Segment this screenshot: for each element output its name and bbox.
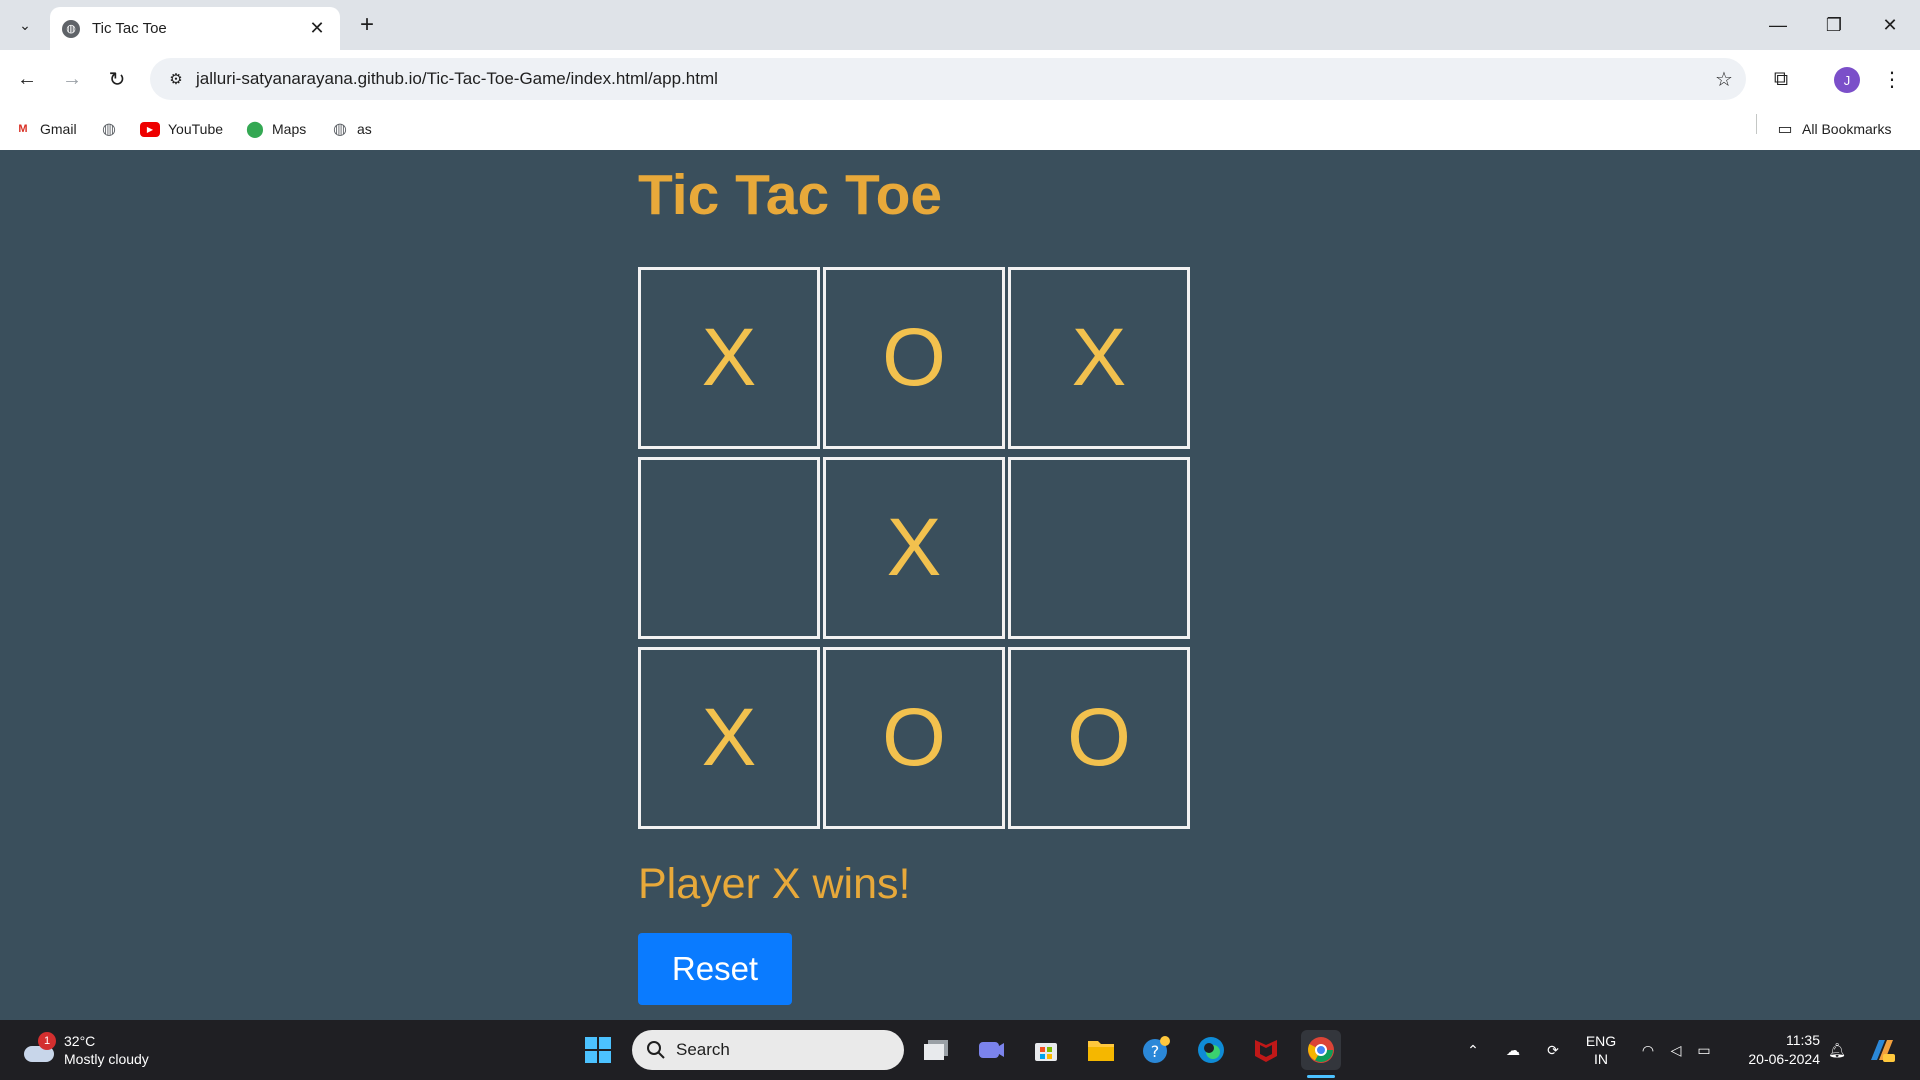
bookmark-label: as bbox=[357, 121, 372, 137]
onedrive-icon[interactable]: ☁ bbox=[1498, 1020, 1528, 1080]
board-cell-0[interactable]: X bbox=[638, 267, 820, 449]
youtube-icon: ▶ bbox=[140, 121, 160, 137]
bookmark-maps[interactable]: ⬤ Maps bbox=[246, 116, 306, 142]
page-content: Tic Tac Toe X O X X X O O Player X wins!… bbox=[0, 150, 1920, 1020]
close-window-icon[interactable]: ✕ bbox=[1862, 0, 1918, 50]
reload-button[interactable]: ↻ bbox=[101, 63, 133, 95]
game-board: X O X X X O O bbox=[638, 267, 1191, 842]
restore-icon[interactable]: ❐ bbox=[1806, 0, 1862, 50]
globe-icon: ◍ bbox=[62, 19, 80, 38]
reset-button[interactable]: Reset bbox=[638, 933, 792, 1005]
bookmark-label: Maps bbox=[272, 121, 307, 137]
board-cell-2[interactable]: X bbox=[1008, 267, 1190, 449]
all-bookmarks-label: All Bookmarks bbox=[1802, 121, 1892, 137]
copilot-icon[interactable] bbox=[1862, 1020, 1902, 1080]
chrome-icon[interactable] bbox=[1301, 1030, 1341, 1070]
forward-button[interactable]: → bbox=[56, 63, 88, 95]
tab-tic-tac-toe[interactable]: ◍ Tic Tac Toe ✕ bbox=[50, 7, 340, 50]
sync-icon[interactable]: ⟳ bbox=[1538, 1020, 1568, 1080]
all-bookmarks[interactable]: ▭ All Bookmarks bbox=[1776, 116, 1891, 142]
teams-icon[interactable] bbox=[971, 1030, 1011, 1070]
language-line1: ENG bbox=[1585, 1033, 1617, 1049]
bookmarks-bar: M Gmail ◍ ▶ YouTube ⬤ Maps ◍ as ▭ All Bo… bbox=[0, 108, 1920, 150]
cloud-icon: 1 bbox=[20, 1032, 56, 1064]
board-cell-6[interactable]: X bbox=[638, 647, 820, 829]
tab-title: Tic Tac Toe bbox=[92, 20, 167, 37]
bookmarks-divider bbox=[1756, 114, 1757, 134]
weather-desc: Mostly cloudy bbox=[64, 1051, 149, 1067]
extensions-icon[interactable]: ⧉ bbox=[1765, 63, 1797, 95]
site-settings-icon[interactable]: ⚙ bbox=[156, 70, 196, 88]
new-tab-button[interactable]: + bbox=[352, 10, 382, 40]
address-bar[interactable]: ⚙ jalluri-satyanarayana.github.io/Tic-Ta… bbox=[150, 58, 1746, 100]
tab-strip: ⌄ ◍ Tic Tac Toe ✕ + — ❐ ✕ bbox=[0, 0, 1920, 50]
wifi-icon[interactable]: ◠ bbox=[1634, 1020, 1662, 1080]
bookmark-star-icon[interactable]: ☆ bbox=[1702, 67, 1746, 92]
notification-bell-icon[interactable]: 🔔︎ bbox=[1822, 1020, 1852, 1080]
search-label: Search bbox=[676, 1040, 730, 1059]
clock[interactable]: 11:35 20-06-2024 bbox=[1730, 1020, 1820, 1080]
language-indicator[interactable]: ENG IN bbox=[1576, 1020, 1626, 1080]
page-title: Tic Tac Toe bbox=[638, 163, 943, 227]
task-view-icon[interactable] bbox=[916, 1030, 956, 1070]
board-cell-4[interactable]: X bbox=[823, 457, 1005, 639]
mcafee-icon[interactable] bbox=[1246, 1030, 1286, 1070]
game-status: Player X wins! bbox=[638, 860, 911, 908]
avatar[interactable]: J bbox=[1834, 67, 1860, 93]
weather-temp: 32°C bbox=[64, 1033, 96, 1049]
chevron-up-icon[interactable]: ⌃ bbox=[1458, 1020, 1488, 1080]
bookmark-gmail[interactable]: M Gmail bbox=[14, 116, 77, 142]
board-cell-5[interactable] bbox=[1008, 457, 1190, 639]
search-icon bbox=[647, 1041, 665, 1059]
gmail-icon: M bbox=[18, 123, 28, 135]
tab-search-chevron-icon[interactable]: ⌄ bbox=[10, 10, 40, 40]
url-text[interactable]: jalluri-satyanarayana.github.io/Tic-Tac-… bbox=[196, 69, 1702, 89]
svg-text:?: ? bbox=[1151, 1042, 1160, 1061]
close-tab-icon[interactable]: ✕ bbox=[306, 18, 328, 39]
bookmark-globe[interactable]: ◍ bbox=[100, 116, 126, 142]
weather-widget[interactable]: 1 32°C Mostly cloudy bbox=[20, 1026, 149, 1074]
maps-icon: ⬤ bbox=[246, 121, 264, 138]
notification-badge: 1 bbox=[38, 1032, 56, 1050]
menu-kebab-icon[interactable]: ⋮ bbox=[1876, 63, 1908, 95]
globe-icon: ◍ bbox=[333, 121, 347, 138]
battery-icon[interactable]: ▭ bbox=[1690, 1020, 1718, 1080]
active-app-indicator bbox=[1307, 1075, 1335, 1078]
clock-time: 11:35 bbox=[1786, 1032, 1820, 1048]
globe-icon: ◍ bbox=[102, 121, 116, 138]
board-cell-7[interactable]: O bbox=[823, 647, 1005, 829]
file-explorer-icon[interactable] bbox=[1081, 1030, 1121, 1070]
edge-icon[interactable] bbox=[1191, 1030, 1231, 1070]
board-cell-1[interactable]: O bbox=[823, 267, 1005, 449]
store-icon[interactable] bbox=[1026, 1030, 1066, 1070]
volume-icon[interactable]: ◁ bbox=[1662, 1020, 1690, 1080]
back-button[interactable]: ← bbox=[11, 63, 43, 95]
language-line2: IN bbox=[1594, 1051, 1608, 1067]
windows-start-icon[interactable] bbox=[578, 1030, 618, 1070]
clock-date: 20-06-2024 bbox=[1748, 1051, 1820, 1067]
folder-icon: ▭ bbox=[1777, 121, 1793, 138]
minimize-icon[interactable]: — bbox=[1750, 0, 1806, 50]
bookmark-label: YouTube bbox=[168, 121, 224, 137]
board-cell-3[interactable] bbox=[638, 457, 820, 639]
board-cell-8[interactable]: O bbox=[1008, 647, 1190, 829]
taskbar: 1 32°C Mostly cloudy Search ? ⌃ ☁ ⟳ ENG … bbox=[0, 1020, 1920, 1080]
bookmark-as[interactable]: ◍ as bbox=[331, 116, 372, 142]
taskbar-search[interactable]: Search bbox=[632, 1030, 904, 1070]
help-icon[interactable]: ? bbox=[1136, 1030, 1176, 1070]
bookmark-youtube[interactable]: ▶ YouTube bbox=[140, 116, 223, 142]
browser-toolbar: ← → ↻ ⚙ jalluri-satyanarayana.github.io/… bbox=[0, 50, 1920, 108]
bookmark-label: Gmail bbox=[40, 121, 77, 137]
